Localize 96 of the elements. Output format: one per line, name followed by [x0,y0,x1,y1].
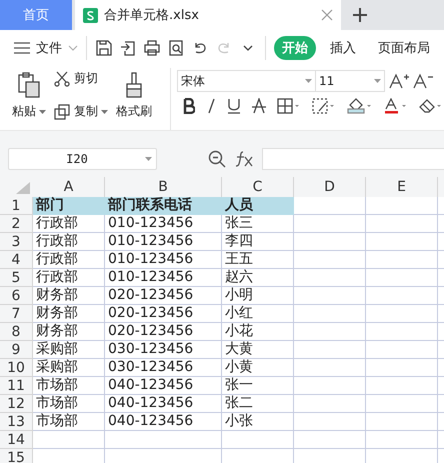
row-header[interactable]: 15 [0,449,33,463]
ribbon-tab[interactable]: 插入 [322,36,364,60]
table-cell-text: 010-123456 [107,269,194,287]
cell-style-icon[interactable] [312,98,336,114]
zoom-icon[interactable] [208,150,226,168]
table-cell-text: 040-123456 [107,395,194,413]
row-header[interactable]: 14 [0,431,33,449]
table-cell-text: 小张 [224,413,254,431]
cut-button[interactable]: 剪切 [74,70,98,87]
font-color-icon[interactable] [384,98,408,114]
brush-icon[interactable] [126,72,142,98]
eraser-icon[interactable] [419,98,443,114]
table-cell-text: 010-123456 [107,251,194,269]
ribbon-tab[interactable]: 页面布局 [370,36,438,60]
underline-icon[interactable] [227,98,241,114]
row-header[interactable]: 3 [0,233,33,251]
header-cell: 部门联系电话 [105,197,222,215]
table-cell-text: 财务部 [35,287,79,305]
table-cell-text: 行政部 [35,233,79,251]
table-cell-text: 财务部 [35,305,79,323]
table-cell-text: 李四 [224,233,254,251]
table-cell-text: 小红 [224,305,254,323]
table-cell-text: 小明 [224,287,254,305]
table-cell-text: 小黄 [224,359,254,377]
format-painter-button[interactable]: 格式刷 [116,103,152,120]
table-cell-text: 010-123456 [107,215,194,233]
table-cell-text: 大黄 [224,341,254,359]
caret-icon [145,157,152,161]
table-cell-text: 行政部 [35,269,79,287]
table-cell-text: 王五 [224,251,254,269]
table-cell-text: 财务部 [35,323,79,341]
close-icon[interactable] [321,9,333,21]
table-cell-text: 040-123456 [107,377,194,395]
font-size-dropdown[interactable]: 11 [315,70,385,92]
table-cell-text: 张三 [224,215,254,233]
clipboard-icon[interactable] [18,72,40,98]
row-header[interactable]: 12 [0,395,33,413]
table-cell-text: 行政部 [35,251,79,269]
table-cell-text: 张一 [224,377,254,395]
row-header[interactable]: 10 [0,359,33,377]
bold-icon[interactable] [183,98,195,114]
row-header[interactable]: 13 [0,413,33,431]
file-menu[interactable]: 文件 [36,39,62,57]
table-cell-text: 行政部 [35,215,79,233]
table-cell-text: 市场部 [35,395,79,413]
header-cell: 人员 [222,197,294,215]
table-cell-text: 市场部 [35,377,79,395]
table-cell-text: 市场部 [35,413,79,431]
fill-color-icon[interactable] [347,98,373,114]
row-header[interactable]: 6 [0,287,33,305]
table-cell-text: 020-123456 [107,323,194,341]
table-cell-text: 赵六 [224,269,254,287]
row-header[interactable]: 1 [0,197,33,215]
table-cell-text: 010-123456 [107,233,194,251]
plus-icon[interactable] [353,8,367,22]
save-icon[interactable] [95,39,113,57]
table-cell-text: 小花 [224,323,254,341]
row-header[interactable]: 4 [0,251,33,269]
table-cell-text: 020-123456 [107,305,194,323]
paste-button[interactable]: 粘贴 [12,103,46,120]
preview-icon[interactable] [167,39,185,57]
name-box[interactable]: I20 [8,148,157,170]
file-tab[interactable]: 合并单元格.xlsx [75,0,341,30]
borders-icon[interactable] [277,98,301,114]
row-header[interactable]: 9 [0,341,33,359]
row-header[interactable]: 11 [0,377,33,395]
formula-input[interactable] [262,148,444,170]
font-name-dropdown[interactable]: 宋体 [177,70,316,92]
row-header[interactable]: 2 [0,215,33,233]
row-header[interactable]: 7 [0,305,33,323]
increase-font-icon[interactable] [389,73,409,89]
table-cell-text: 采购部 [35,359,79,377]
copy-button[interactable]: 复制 [74,103,108,120]
table-cell-text: 040-123456 [107,413,194,431]
table-cell-text: 采购部 [35,341,79,359]
caret-icon [101,110,108,114]
table-cell-text: 030-123456 [107,341,194,359]
table-cell-text: 020-123456 [107,287,194,305]
caret-icon [374,79,381,83]
italic-icon[interactable] [206,98,216,114]
copy-icon[interactable] [54,104,70,120]
caret-icon [39,110,46,114]
menu-icon[interactable] [14,42,30,54]
function-icon[interactable] [235,151,253,167]
table-cell-text: 030-123456 [107,359,194,377]
caret-icon [305,79,312,83]
header-cell: 部门 [33,197,105,215]
scissors-icon[interactable] [54,70,70,86]
strikethrough-icon[interactable] [252,98,266,114]
print-icon[interactable] [143,39,161,57]
decrease-font-icon[interactable] [413,73,433,89]
row-header[interactable]: 8 [0,323,33,341]
export-icon[interactable] [119,39,137,57]
table-cell-text: 张二 [224,395,254,413]
spreadsheet-icon [83,8,98,22]
row-header[interactable]: 5 [0,269,33,287]
